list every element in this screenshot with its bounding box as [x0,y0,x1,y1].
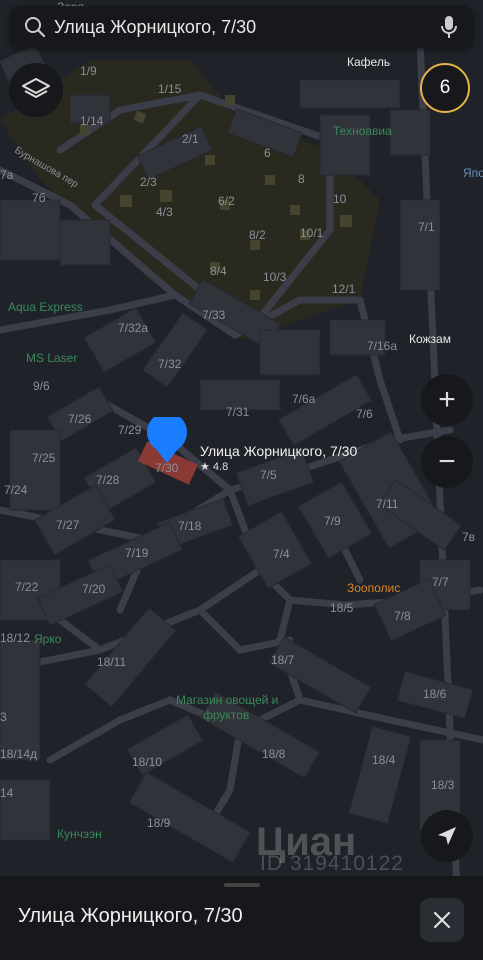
building-label: 7/6а [292,392,316,406]
building-label: 1/15 [158,82,182,96]
building-label: 18/6 [423,687,447,701]
layers-icon [21,77,51,103]
building-label: 4/3 [156,205,173,219]
zoom-out-button[interactable]: − [421,436,473,488]
poi-label: MS Laser [26,351,78,365]
sheet-handle[interactable] [224,883,260,887]
building-label: 2/1 [182,132,199,146]
building-label: 2/3 [140,175,157,189]
search-bar[interactable]: Улица Жорницкого, 7/30 [10,6,473,48]
building-label: 7/18 [178,519,202,533]
poi-label: фруктов [203,708,250,722]
building-label: 18/11 [97,655,127,669]
building-label: 7а [0,168,14,182]
poi-label: Зоополис [347,581,401,595]
building-label: 10/1 [300,226,324,240]
poi-label: Кунчээн [57,827,102,841]
close-icon [433,911,451,929]
poi-label: Aqua Express [8,300,83,314]
building-label: 7/11 [376,497,399,511]
search-input[interactable]: Улица Жорницкого, 7/30 [54,17,441,38]
building-label: 1/9 [80,64,97,78]
building-label: 7/22 [15,580,39,594]
building-label: 7/1 [418,220,435,234]
poi-label: Магазин овощей и [176,693,279,707]
building-label: 7/31 [226,405,250,419]
building-label: 7/32а [118,321,149,335]
building-label: 8 [298,172,305,186]
building-label: 12/1 [332,282,356,296]
search-icon [24,16,46,38]
poi-label: Япо [463,166,483,180]
building-label: 1/14 [80,114,104,128]
my-location-button[interactable] [421,810,473,862]
building-label: 3 [0,710,7,724]
building-label: 7/25 [32,451,56,465]
pin-title: Улица Жорницкого, 7/30 [200,443,358,459]
building-label: 18/9 [147,816,171,830]
building-label: 7/27 [56,518,80,532]
building-label: 7/19 [125,546,149,560]
building-label: 18/5 [330,601,354,615]
building-label: 7/32 [158,357,182,371]
building-label: 18/7 [271,653,295,667]
poi-label: Техноавиа [333,124,392,138]
building-label: 7/24 [4,483,28,497]
navigation-arrow-icon [436,825,458,847]
building-label: 7/6 [356,407,373,421]
building-label: 18/3 [431,778,455,792]
close-button[interactable] [420,898,464,942]
building-label: 18/8 [262,747,286,761]
watermark-id: ID 319410122 [260,852,404,875]
pin-rating: ★ 4.8 [200,461,229,473]
building-label: 6 [264,146,271,160]
building-label: 7/4 [273,547,290,561]
building-label: 10/3 [263,270,287,284]
building-label: 6/2 [218,194,235,208]
layers-button[interactable] [9,63,63,117]
building-label: 9/6 [33,379,50,393]
building-label: 7/33 [202,308,226,322]
building-label: 7/5 [260,468,277,482]
poi-label: Кожзам [409,332,451,346]
building-label: 7б [32,191,46,205]
building-label: 7в [462,530,476,544]
building-label: 7/9 [324,514,341,528]
building-label: 18/10 [132,755,163,769]
building-label: 7/29 [118,423,142,437]
building-label: 18/12 [0,631,31,645]
location-pin[interactable] [146,412,188,463]
building-label: 7/16а [367,339,398,353]
building-label: 7/20 [82,582,106,596]
poi-label: Кафель [347,55,391,69]
building-label: 7/8 [394,609,411,623]
building-label: 8/4 [210,264,227,278]
building-label: 7/28 [96,473,120,487]
building-label: 18/14д [0,747,38,761]
building-label: 7/26 [68,412,92,426]
building-label: 14 [0,786,14,800]
building-label: 10 [333,192,347,206]
sheet-title: Улица Жорницкого, 7/30 [18,905,243,927]
microphone-icon[interactable] [441,15,457,39]
zoom-in-button[interactable]: + [421,374,473,426]
building-label: 7/7 [432,575,449,589]
poi-label: Ярко [34,632,62,646]
map-canvas[interactable] [0,0,483,960]
building-label: 18/4 [372,753,396,767]
count-badge[interactable]: 6 [420,63,470,113]
building-label: 8/2 [249,228,266,242]
